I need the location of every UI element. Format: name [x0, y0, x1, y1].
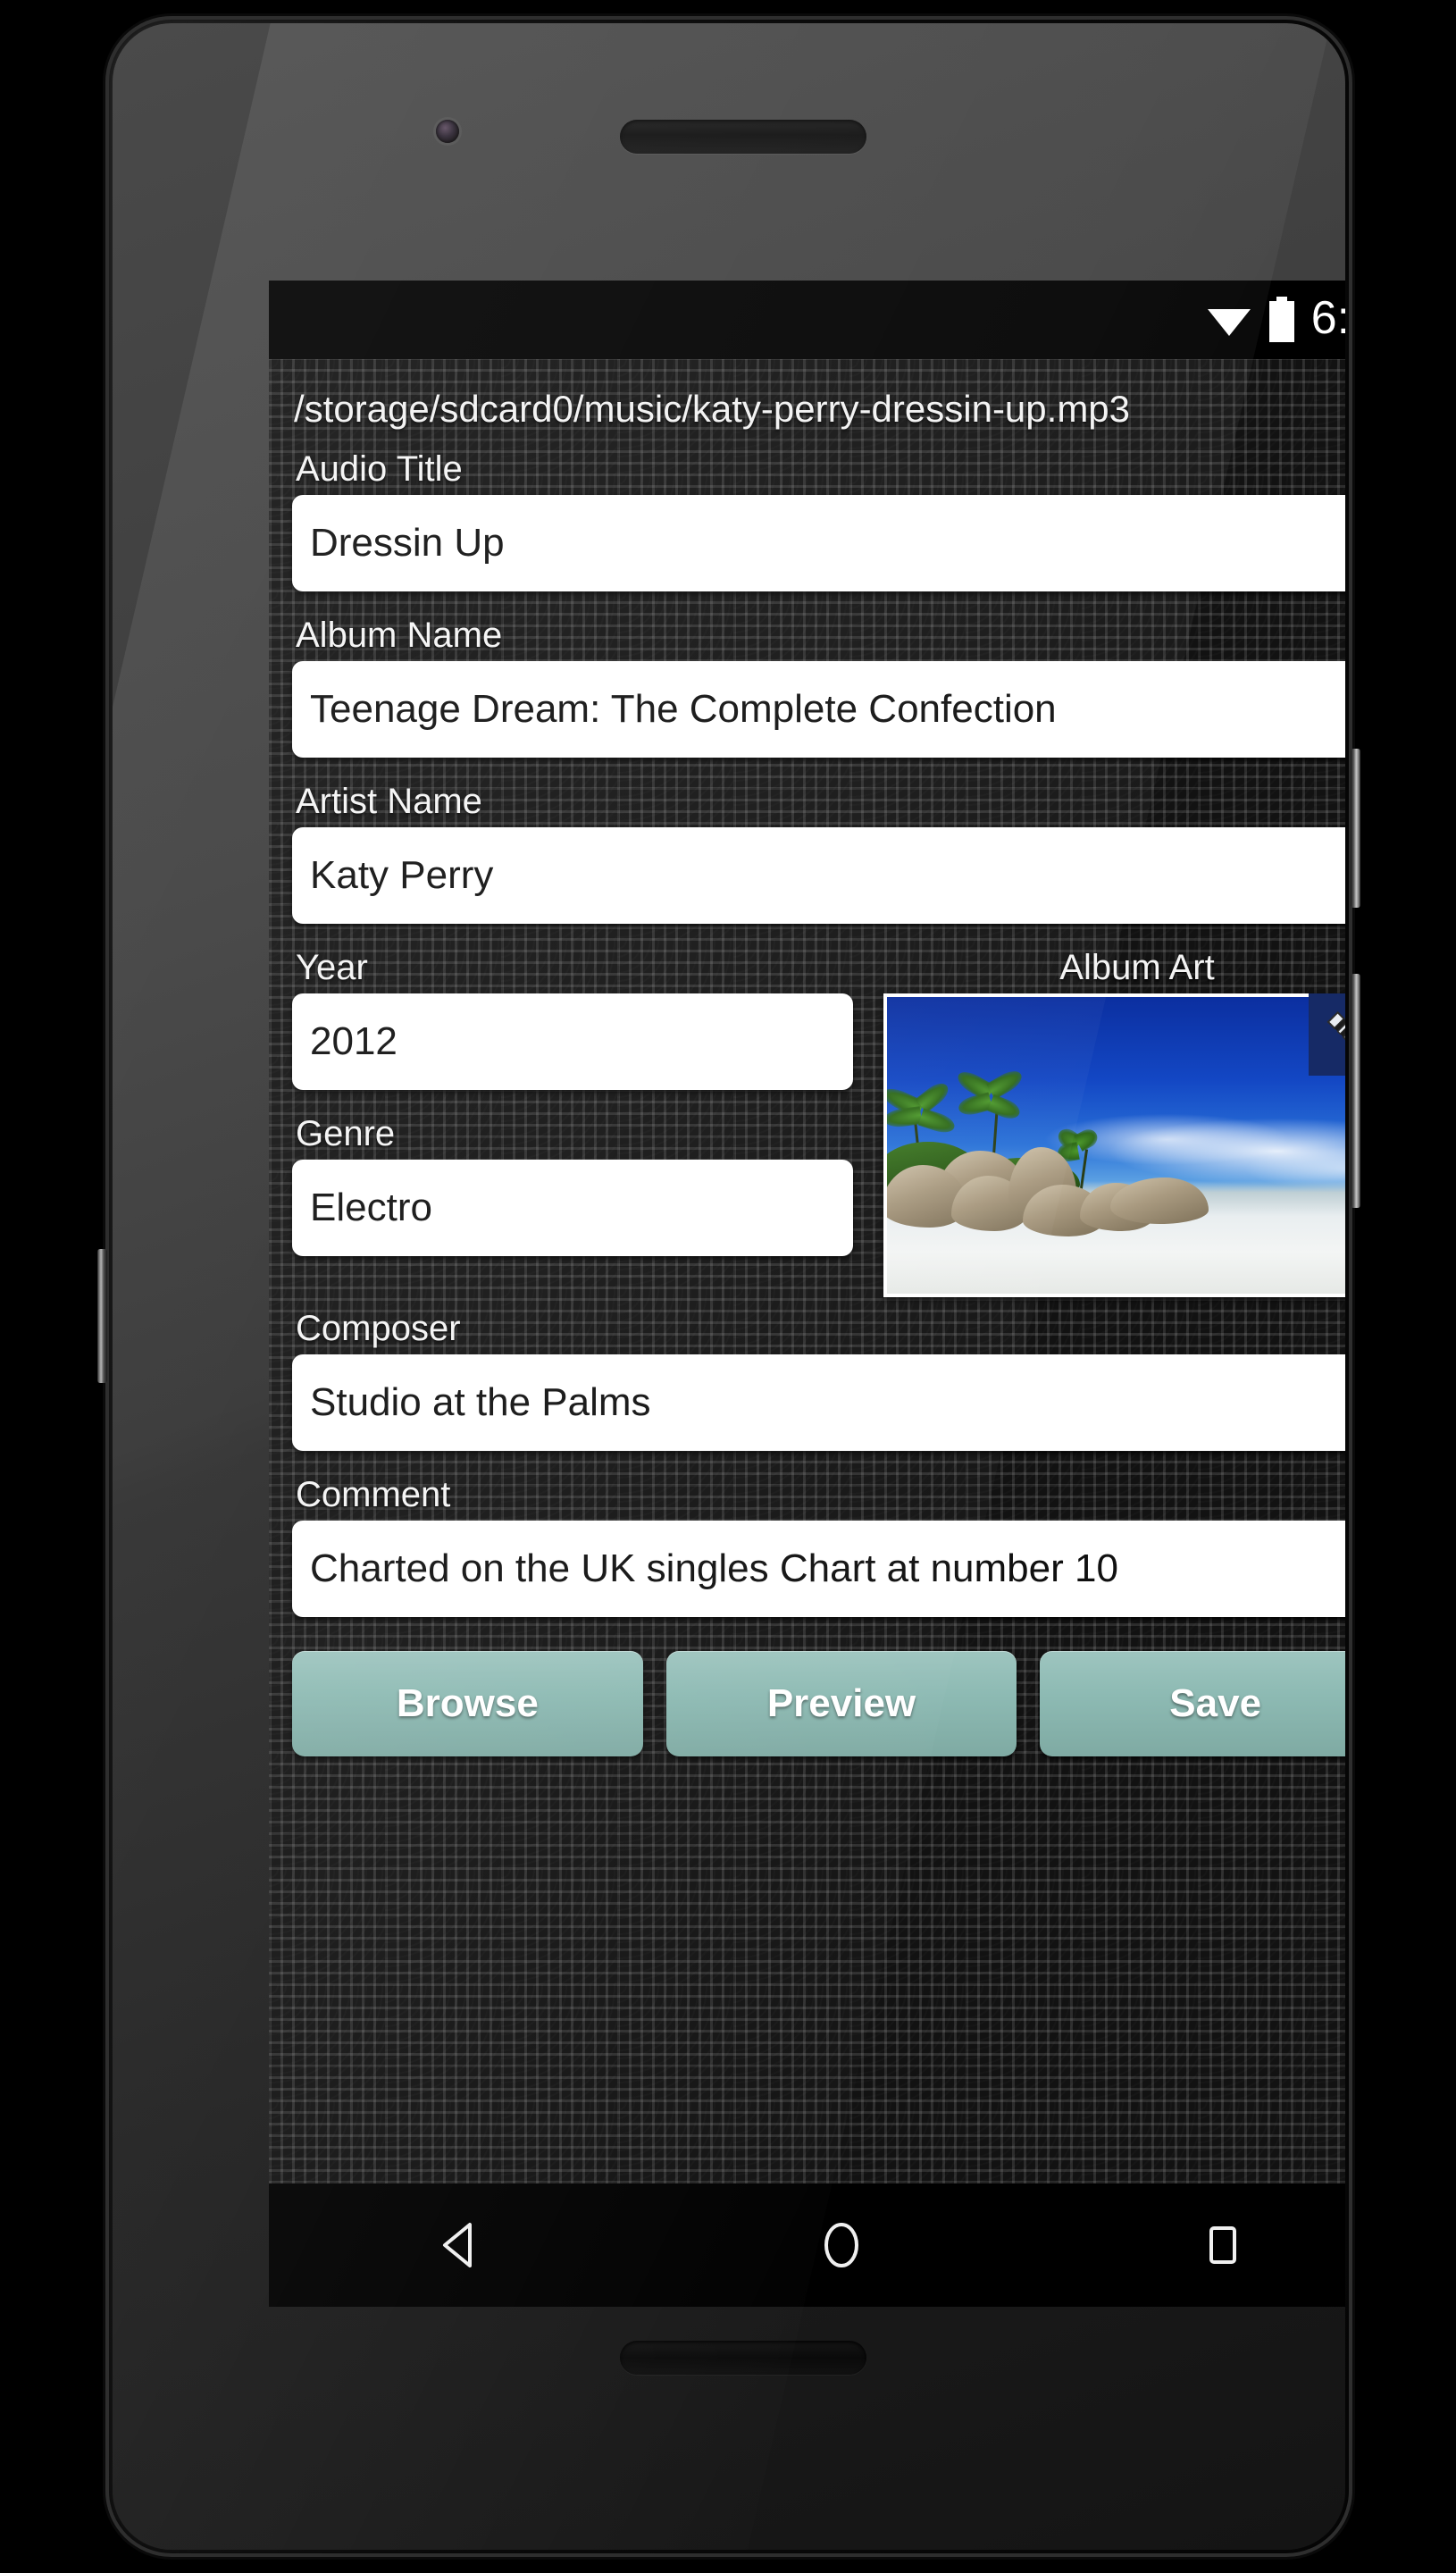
field-artist-name: Artist Name	[292, 770, 1345, 924]
field-album-name: Album Name	[292, 604, 1345, 758]
status-bar-clock: 6:00	[1310, 292, 1345, 344]
field-genre: Genre	[292, 1102, 853, 1256]
field-label-composer: Composer	[296, 1309, 461, 1348]
audio-title-input[interactable]	[292, 495, 1345, 591]
nav-home-button[interactable]	[761, 2183, 922, 2307]
field-label-audio-title: Audio Title	[296, 449, 463, 489]
album-art-label: Album Art	[1059, 948, 1215, 987]
battery-icon	[1268, 297, 1294, 342]
power-button[interactable]	[1351, 749, 1360, 908]
year-genre-albumart-row: Year Genre Album Art	[292, 936, 1345, 1297]
field-label-artist-name: Artist Name	[296, 782, 482, 821]
preview-button[interactable]: Preview	[665, 1651, 1017, 1756]
field-label-album-name: Album Name	[296, 616, 503, 655]
field-year: Year	[292, 936, 853, 1090]
phone-device-frame: 6:00 /storage/sdcard0/music/katy-perry-d…	[97, 13, 1360, 2560]
field-composer: Composer	[292, 1297, 1345, 1451]
app-background: /storage/sdcard0/music/katy-perry-dressi…	[269, 359, 1345, 2183]
album-art-column: Album Art	[853, 936, 1345, 1297]
wifi-icon	[1207, 309, 1251, 336]
field-label-genre: Genre	[296, 1114, 396, 1153]
phone-screen: 6:00 /storage/sdcard0/music/katy-perry-d…	[269, 281, 1345, 2307]
year-genre-column: Year Genre	[292, 936, 853, 1269]
year-input[interactable]	[292, 993, 853, 1090]
bottom-speaker-grille	[620, 2341, 866, 2375]
nav-back-button[interactable]	[380, 2183, 540, 2307]
back-triangle-icon	[442, 2223, 472, 2267]
genre-input[interactable]	[292, 1160, 853, 1256]
field-label-comment: Comment	[296, 1475, 451, 1514]
album-art-image	[887, 997, 1345, 1294]
android-navigation-bar	[269, 2183, 1345, 2307]
volume-button[interactable]	[1351, 974, 1360, 1208]
field-audio-title: Audio Title	[292, 438, 1345, 591]
album-art-thumbnail[interactable]	[883, 993, 1345, 1297]
home-circle-icon	[824, 2223, 858, 2267]
earpiece-speaker-grille	[620, 120, 866, 154]
pencil-icon	[1326, 1010, 1345, 1051]
field-label-year: Year	[296, 948, 368, 987]
recents-square-icon	[1209, 2226, 1237, 2264]
sim-tray	[97, 1249, 107, 1383]
field-comment: Comment	[292, 1463, 1345, 1617]
composer-input[interactable]	[292, 1354, 1345, 1451]
phone-glass-face: 6:00 /storage/sdcard0/music/katy-perry-d…	[113, 23, 1345, 2550]
browse-button[interactable]: Browse	[292, 1651, 643, 1756]
status-bar: 6:00	[269, 281, 1345, 359]
album-art-edit-button[interactable]	[1309, 993, 1345, 1076]
nav-recents-button[interactable]	[1142, 2183, 1303, 2307]
save-button[interactable]: Save	[1040, 1651, 1345, 1756]
album-name-input[interactable]	[292, 661, 1345, 758]
action-button-row: Browse Preview Save	[292, 1630, 1345, 1756]
file-path-text: /storage/sdcard0/music/katy-perry-dressi…	[294, 388, 1131, 430]
front-camera-icon	[436, 120, 459, 143]
artist-name-input[interactable]	[292, 827, 1345, 924]
comment-input[interactable]	[292, 1521, 1345, 1617]
